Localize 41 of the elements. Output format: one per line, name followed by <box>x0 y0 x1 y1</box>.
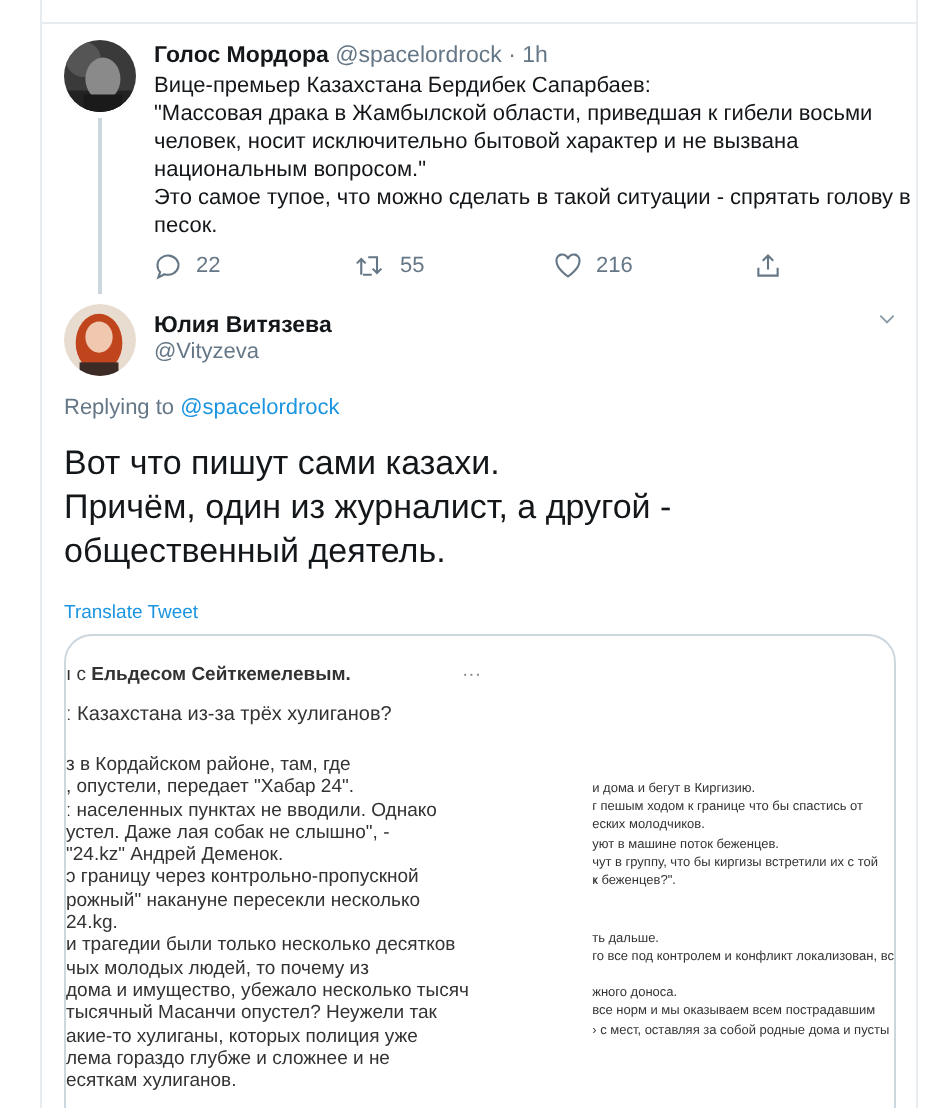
separator: · <box>508 44 516 68</box>
more-options: ··· <box>462 661 481 687</box>
attached-screenshot[interactable] <box>64 634 896 1108</box>
post-text-line: дома и имущество, убежало несколько тысяч <box>66 979 469 1003</box>
post-text-line: , опустели, передает "Хабар 24". <box>66 776 355 800</box>
post-text-line: есяткам хулиганов. <box>66 1070 237 1093</box>
replying-label: Replying to <box>64 396 175 420</box>
post-text-line: и трагедии были только несколько десятков <box>66 934 456 958</box>
share-icon <box>754 252 782 281</box>
post-text-line: ɔ границу через контрольно-пропускной <box>66 866 419 890</box>
tweet-text: Вице-премьер Казахстана Бердибек Сапарбаев: <box>154 72 653 100</box>
mention-link[interactable]: @spacelordrock <box>180 396 340 420</box>
tweet-text: "Массовая драка в Жамбылской области, приведшая к гибели восьми человек, носит исключительно бытовой характер и не вызвана национальным вопросом." <box>154 100 875 184</box>
post-text-line: 24.kg. <box>66 912 118 935</box>
heart-icon <box>554 252 582 281</box>
like-button[interactable]: 216 <box>554 250 754 283</box>
author-handle[interactable]: @Vityzeva <box>154 340 260 366</box>
post-text-line: "24.kz" Андрей Деменок. <box>66 844 284 867</box>
tweet-time[interactable]: 1h <box>522 44 548 68</box>
translate-link[interactable]: Translate Tweet <box>64 600 199 626</box>
tweet-text: Вот что пишут сами казахи. <box>64 442 502 486</box>
tweet-text: Причём, один из журналист, а другой - общественный деятель. <box>64 486 674 574</box>
chevron-down-icon[interactable] <box>878 314 896 324</box>
comment-icon <box>154 252 182 281</box>
post-text-line: рожный" накануне пересекли несколько <box>66 889 420 913</box>
post-text-line: з в Кордайском районе, там, где <box>66 754 351 777</box>
retweet-icon <box>354 252 386 281</box>
post-text-line: ː населенных пунктах не вводили. Однако <box>66 799 437 822</box>
post-heading: ı с Ельдесом Сейткемелевым. <box>66 661 353 687</box>
post-text-line: чых молодых людей, то почему из <box>66 957 369 980</box>
post-text-line: устел. Даже лая собак не слышно", - <box>66 821 390 845</box>
post-text-line: тысячный Масанчи опустел? Неужели так <box>66 1002 437 1026</box>
post-text-line: лема гораздо глубже и сложнее и не <box>66 1047 390 1071</box>
author-handle[interactable]: @spacelordrock <box>335 44 502 68</box>
tweet-text: Это самое тупое, что можно сделать в такой ситуации - спрятать голову в песок. <box>154 184 913 240</box>
post-question: ː Казахстана из-за трёх хулиганов? <box>66 702 392 728</box>
retweet-button[interactable]: 55 <box>354 250 554 283</box>
author-name[interactable]: Юлия Витязева <box>154 314 332 340</box>
post-text-line: акие-то хулиганы, которых полиция уже <box>66 1025 418 1048</box>
reply-button[interactable]: 22 <box>154 250 354 283</box>
author-name[interactable]: Голос Мордора <box>154 44 329 68</box>
